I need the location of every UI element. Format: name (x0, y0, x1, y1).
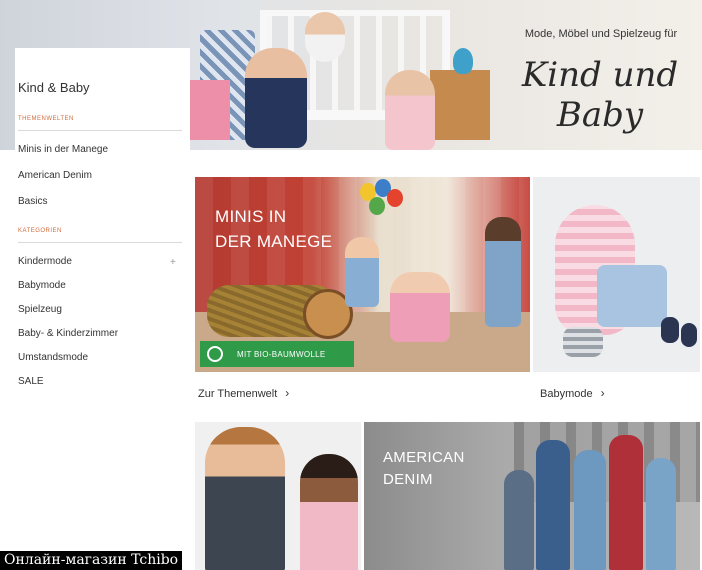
person (609, 435, 643, 570)
hero-wooden-box (430, 70, 490, 140)
hero-subtitle: Mode, Möbel und Spielzeug für (524, 28, 678, 40)
hero-boy (245, 48, 307, 148)
hero-toy-box (190, 80, 230, 140)
kid-standing (345, 237, 379, 307)
section-label-categories: KATEGORIEN (18, 228, 62, 234)
hero-girl (385, 70, 435, 150)
chevron-right-icon: › (285, 386, 290, 400)
sidebar-item-sale[interactable]: SALE (18, 376, 44, 387)
person (646, 458, 676, 570)
sidebar-item-kindermode[interactable]: Kindermode (18, 256, 72, 267)
kid-sitting (390, 272, 450, 342)
link-label: Zur Themenwelt (198, 388, 278, 400)
person (504, 470, 534, 570)
organic-cotton-badge: MIT BIO-BAUMWOLLE (200, 341, 354, 367)
hero-lamp (453, 48, 473, 74)
girl-in-dungarees (300, 454, 358, 570)
sidebar-brand-title[interactable]: Kind & Baby (18, 80, 90, 95)
caption: Онлайн-магазин Tchibo (0, 551, 183, 570)
baby-bodysuit (597, 265, 667, 327)
sidebar-item-umstandsmode[interactable]: Umstandsmode (18, 352, 88, 363)
sidebar-item-minis-in-der-manege[interactable]: Minis in der Manege (18, 144, 108, 155)
baby-shoe (681, 323, 697, 347)
leaf-icon (207, 346, 223, 362)
link-zur-themenwelt[interactable]: Zur Themenwelt › (198, 386, 289, 400)
link-label: Babymode (540, 388, 593, 400)
tile-american-denim[interactable]: AMERICAN DENIM (364, 422, 700, 570)
sidebar-item-american-denim[interactable]: American Denim (18, 170, 92, 181)
badge-label: MIT BIO-BAUMWOLLE (237, 349, 326, 359)
balloon (387, 189, 403, 207)
tile-kids-basics[interactable] (195, 422, 361, 570)
tile-title: MINIS IN DER MANEGE (215, 207, 333, 251)
link-babymode[interactable]: Babymode › (540, 386, 605, 400)
section-label-themes: THEMENWELTEN (18, 116, 74, 122)
boy-in-hoodie (205, 427, 285, 570)
chevron-right-icon: › (600, 386, 605, 400)
sidebar (15, 48, 190, 400)
hero-baby (305, 12, 345, 62)
sidebar-item-baby-kinderzimmer[interactable]: Baby- & Kinderzimmer (18, 328, 118, 339)
divider (18, 130, 182, 131)
kid-with-hoop (485, 217, 521, 327)
tile-minis-in-der-manege[interactable]: MINIS IN DER MANEGE MIT BIO-BAUMWOLLE (195, 177, 530, 372)
baby-socks (563, 327, 603, 357)
sidebar-item-babymode[interactable]: Babymode (18, 280, 66, 291)
sidebar-item-spielzeug[interactable]: Spielzeug (18, 304, 62, 315)
plus-icon[interactable]: + (170, 257, 176, 268)
person (574, 450, 606, 570)
balloon (369, 197, 385, 215)
divider (18, 242, 182, 243)
sidebar-item-basics[interactable]: Basics (18, 196, 47, 207)
baby-shoe (661, 317, 679, 343)
hero-title: Kind und Baby (521, 55, 679, 135)
tile-title: AMERICAN DENIM (383, 449, 465, 488)
person (536, 440, 570, 570)
tile-babymode[interactable] (533, 177, 700, 372)
